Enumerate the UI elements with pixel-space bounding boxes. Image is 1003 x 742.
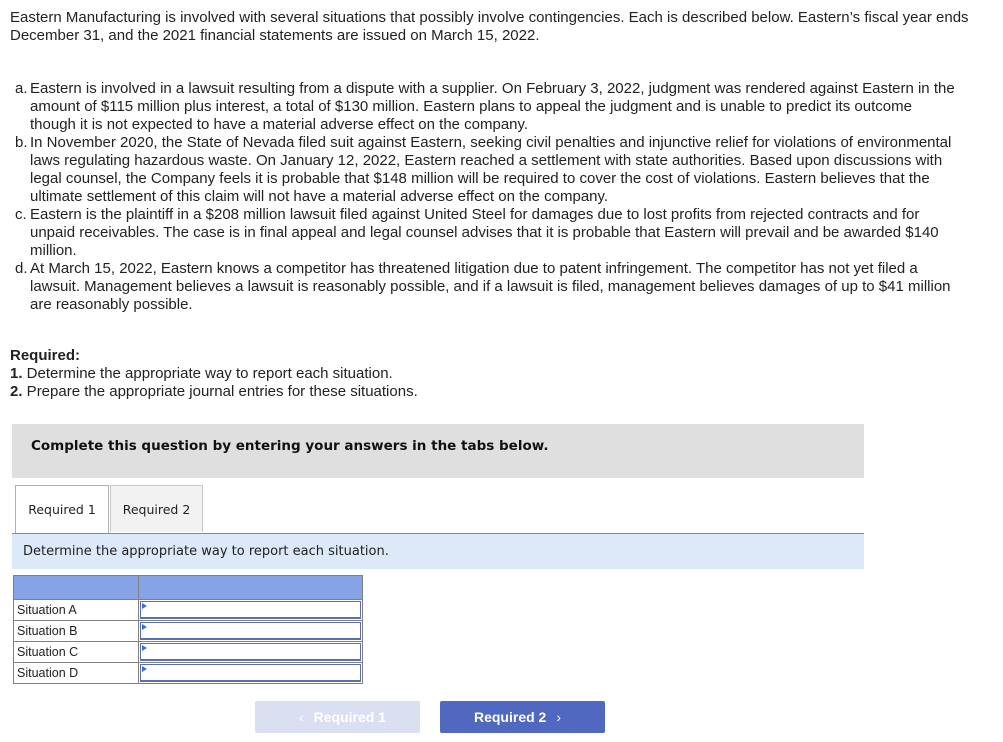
required-item-2: 2. Prepare the appropriate journal entri… bbox=[10, 383, 418, 401]
dropdown-indicator-icon bbox=[142, 624, 147, 630]
situation-label: d. bbox=[15, 260, 28, 277]
answer-dropdown-b[interactable] bbox=[140, 622, 361, 640]
tab-bar: Required 1 Required 2 bbox=[12, 485, 864, 534]
problem-intro: Eastern Manufacturing is involved with s… bbox=[10, 9, 969, 44]
required-number: 1. bbox=[10, 365, 23, 382]
next-button-label: Required 2 bbox=[473, 709, 547, 725]
tab-required-2[interactable]: Required 2 bbox=[110, 485, 203, 532]
header-cell-situation bbox=[13, 575, 139, 600]
situation-item-d: d. At March 15, 2022, Eastern knows a com… bbox=[10, 260, 960, 314]
situation-label: a. bbox=[15, 80, 28, 97]
prev-button-label: Required 1 bbox=[313, 709, 387, 725]
required-text: Prepare the appropriate journal entries … bbox=[22, 383, 418, 400]
instruction-text: Determine the appropriate way to report … bbox=[23, 544, 389, 559]
chevron-left-icon: ‹ bbox=[298, 709, 304, 725]
answer-dropdown-a[interactable] bbox=[140, 601, 361, 619]
answer-cell bbox=[138, 599, 363, 621]
row-label: Situation B bbox=[13, 620, 139, 642]
situation-text: At March 15, 2022, Eastern knows a compe… bbox=[30, 260, 951, 313]
situation-text: In November 2020, the State of Nevada fi… bbox=[30, 134, 952, 205]
prev-required-button[interactable]: ‹ Required 1 bbox=[255, 701, 420, 733]
instructions-banner: Complete this question by entering your … bbox=[12, 424, 864, 478]
table-row: Situation D bbox=[13, 662, 363, 684]
dropdown-indicator-icon bbox=[142, 603, 147, 609]
row-label: Situation A bbox=[13, 599, 139, 621]
answer-cell bbox=[138, 620, 363, 642]
row-label: Situation D bbox=[13, 662, 139, 684]
answer-cell bbox=[138, 662, 363, 684]
situation-text: Eastern is involved in a lawsuit resulti… bbox=[30, 80, 955, 133]
chevron-right-icon: › bbox=[556, 709, 562, 725]
answer-table: Situation A Situation B Situation C Situ… bbox=[13, 575, 363, 684]
dropdown-indicator-icon bbox=[142, 666, 147, 672]
situation-item-a: a. Eastern is involved in a lawsuit resul… bbox=[10, 80, 960, 134]
banner-text: Complete this question by entering your … bbox=[31, 438, 549, 454]
table-row: Situation B bbox=[13, 620, 363, 642]
situation-label: c. bbox=[15, 206, 27, 223]
answer-cell bbox=[138, 641, 363, 663]
tab-required-1[interactable]: Required 1 bbox=[15, 485, 109, 533]
situation-item-b: b. In November 2020, the State of Nevada … bbox=[10, 134, 960, 206]
row-label: Situation C bbox=[13, 641, 139, 663]
required-heading: Required: bbox=[10, 347, 81, 364]
answer-dropdown-c[interactable] bbox=[140, 643, 361, 661]
situation-text: Eastern is the plaintiff in a $208 milli… bbox=[30, 206, 939, 259]
answer-dropdown-d[interactable] bbox=[140, 664, 361, 682]
table-row: Situation A bbox=[13, 599, 363, 621]
table-header-row bbox=[13, 575, 363, 600]
required-section: Required: 1. Determine the appropriate w… bbox=[10, 347, 418, 401]
required-number: 2. bbox=[10, 383, 23, 400]
table-row: Situation C bbox=[13, 641, 363, 663]
header-cell-treatment bbox=[138, 575, 363, 600]
required-item-1: 1. Determine the appropriate way to repo… bbox=[10, 365, 418, 383]
next-required-button[interactable]: Required 2 › bbox=[440, 701, 605, 733]
situation-label: b. bbox=[15, 134, 28, 151]
tab-instruction: Determine the appropriate way to report … bbox=[12, 534, 864, 569]
situation-list: a. Eastern is involved in a lawsuit resul… bbox=[10, 80, 960, 314]
situation-item-c: c. Eastern is the plaintiff in a $208 mil… bbox=[10, 206, 960, 260]
dropdown-indicator-icon bbox=[142, 645, 147, 651]
required-text: Determine the appropriate way to report … bbox=[22, 365, 393, 382]
